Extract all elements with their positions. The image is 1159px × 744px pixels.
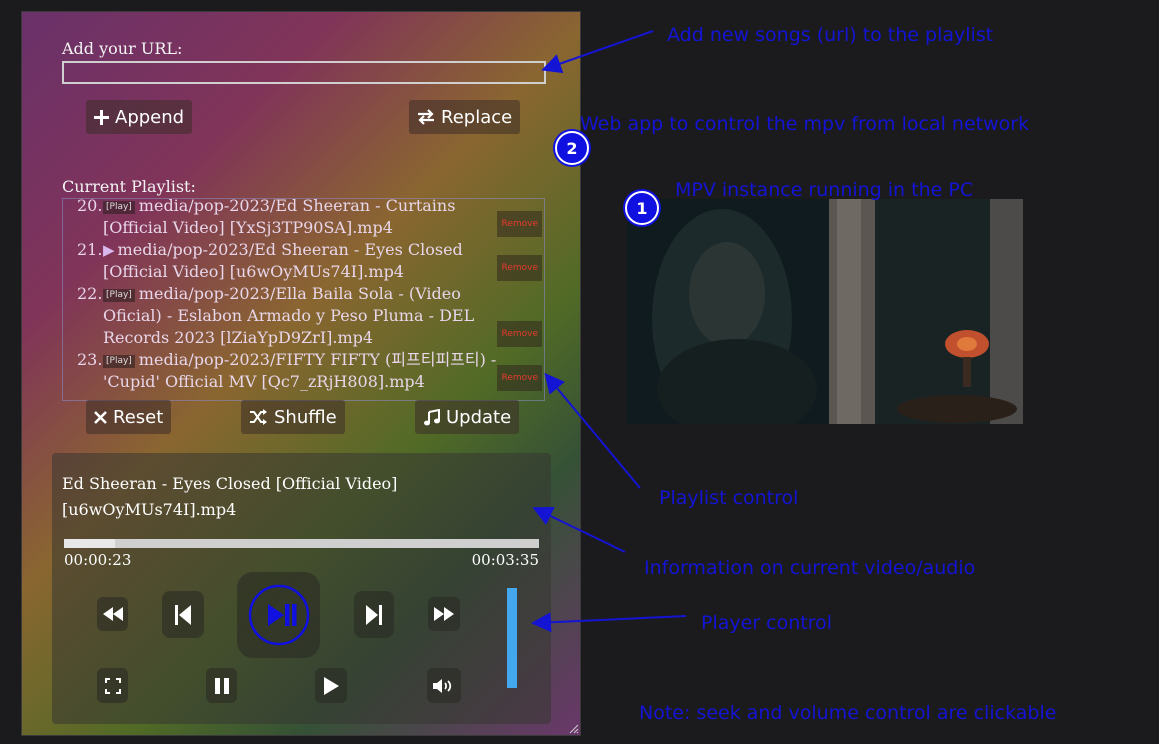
plus-icon — [94, 109, 109, 125]
total-duration: 00:03:35 — [471, 551, 539, 569]
video-frame — [627, 199, 1023, 424]
playlist-item-title: media/pop-2023/FIFTY FIFTY (피프티피프티) - 'C… — [103, 350, 497, 391]
volume-icon — [433, 678, 452, 693]
url-label: Add your URL: — [62, 39, 183, 58]
annotation-playlist-control: Playlist control — [659, 487, 799, 509]
skip-previous-icon — [175, 604, 191, 625]
playlist-item-title: media/pop-2023/Ed Sheeran - Eyes Closed … — [103, 240, 463, 281]
pause-button[interactable] — [206, 668, 237, 703]
playlist-item-title: media/pop-2023/Ella Baila Sola - (Video … — [103, 284, 475, 347]
append-label: Append — [115, 106, 185, 128]
shuffle-label: Shuffle — [274, 406, 337, 428]
shuffle-button[interactable]: Shuffle — [241, 400, 345, 434]
play-icon — [324, 676, 339, 695]
append-button[interactable]: Append — [86, 100, 193, 134]
reset-button[interactable]: Reset — [86, 400, 172, 434]
shuffle-icon — [250, 409, 267, 425]
pause-icon — [214, 677, 229, 694]
elapsed-time: 00:00:23 — [64, 551, 132, 569]
close-icon — [94, 410, 107, 424]
now-playing-title: Ed Sheeran - Eyes Closed [Official Video… — [62, 474, 398, 519]
music-note-icon — [424, 408, 440, 425]
playlist-item-number: 21. — [77, 240, 103, 259]
annotation-note: Note: seek and volume control are clicka… — [639, 702, 1057, 724]
annotation-mpv-instance: MPV instance running in the PC — [675, 179, 974, 201]
replace-label: Replace — [441, 106, 513, 128]
update-label: Update — [446, 406, 512, 428]
skip-next-icon — [366, 604, 382, 625]
fullscreen-icon — [104, 677, 121, 694]
play-item-button[interactable]: [Play] — [103, 201, 135, 214]
playlist-item: 22. [Play] media/pop-2023/Ella Baila Sola … — [63, 283, 544, 349]
remove-item-button[interactable]: Remove — [497, 321, 542, 347]
next-button[interactable] — [354, 591, 394, 638]
marker-1: 1 — [625, 191, 659, 225]
playlist-label: Current Playlist: — [62, 177, 196, 196]
reset-label: Reset — [113, 406, 164, 428]
seek-bar[interactable] — [64, 539, 539, 548]
playlist-item: 23. [Play] media/pop-2023/FIFTY FIFTY (피프티… — [63, 349, 544, 393]
playlist-item-number: 22. — [77, 284, 103, 303]
remove-item-button[interactable]: Remove — [497, 255, 542, 281]
playlist-item-number: 23. — [77, 350, 103, 369]
annotation-info: Information on current video/audio — [644, 557, 976, 579]
seek-progress — [64, 539, 115, 548]
rewind-button[interactable] — [97, 597, 128, 631]
remove-item-button[interactable]: Remove — [497, 365, 542, 391]
fullscreen-button[interactable] — [97, 668, 128, 703]
play-item-button[interactable]: [Play] — [103, 289, 135, 302]
player-panel: Ed Sheeran - Eyes Closed [Official Video… — [52, 453, 551, 724]
web-app-panel: Add your URL: Append Replace Current Pla… — [21, 11, 581, 736]
resize-handle-icon[interactable] — [567, 722, 579, 734]
swap-icon — [418, 109, 434, 125]
playlist-box[interactable]: 20. [Play] media/pop-2023/Ed Sheeran - Cur… — [62, 198, 545, 401]
fast-forward-button[interactable] — [428, 597, 460, 631]
previous-button[interactable] — [162, 591, 204, 638]
play-pause-button[interactable] — [237, 572, 320, 658]
play-button[interactable] — [315, 668, 347, 703]
volume-level — [507, 588, 517, 688]
update-button[interactable]: Update — [415, 400, 520, 434]
playlist-item: 21. ▶ media/pop-2023/Ed Sheeran - Eyes Clo… — [63, 239, 544, 283]
annotation-web-app: Web app to control the mpv from local ne… — [580, 113, 1030, 135]
playlist-list: 20. [Play] media/pop-2023/Ed Sheeran - Cur… — [63, 198, 544, 393]
annotation-add-songs: Add new songs (url) to the playlist — [667, 24, 994, 46]
play-item-button[interactable]: [Play] — [103, 355, 135, 368]
playlist-item: 20. [Play] media/pop-2023/Ed Sheeran - Cur… — [63, 198, 544, 239]
playlist-item-title: media/pop-2023/Ed Sheeran - Curtains [Of… — [103, 198, 456, 237]
url-input[interactable] — [62, 61, 546, 84]
volume-slider[interactable] — [507, 588, 517, 688]
fast-forward-icon — [434, 607, 454, 621]
rewind-icon — [102, 607, 123, 621]
now-playing-icon: ▶ — [103, 241, 115, 259]
marker-2: 2 — [555, 131, 589, 165]
mpv-video-window — [627, 199, 1023, 424]
annotation-player-control: Player control — [701, 612, 833, 634]
play-pause-icon — [248, 584, 309, 646]
remove-item-button[interactable]: Remove — [497, 211, 542, 237]
mute-button[interactable] — [427, 668, 461, 703]
replace-button[interactable]: Replace — [409, 100, 521, 134]
playlist-item-number: 20. — [77, 198, 103, 215]
